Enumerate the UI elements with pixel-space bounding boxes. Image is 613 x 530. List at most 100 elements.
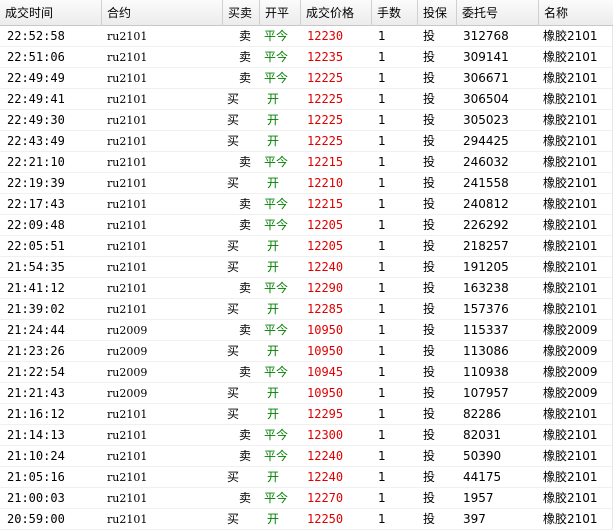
trade-time-cell: 21:24:44 xyxy=(7,323,65,337)
table-row[interactable]: 21:39:02 ru2101 买 开 12285 1 投 157376 橡胶2101 xyxy=(0,299,613,320)
table-row[interactable]: 22:49:41 ru2101 买 开 12225 1 投 306504 橡胶2101 xyxy=(0,89,613,110)
quantity-cell: 1 xyxy=(378,344,386,358)
table-row[interactable]: 22:09:48 ru2101 卖平今 12205 1 投 226292 橡胶2101 xyxy=(0,215,613,236)
side-cell: 买 xyxy=(227,113,240,127)
quantity-cell: 1 xyxy=(378,134,386,148)
quantity-cell: 1 xyxy=(378,113,386,127)
open-close-cell: 平今 xyxy=(264,50,289,64)
table-row[interactable]: 21:14:13 ru2101 卖平今 12300 1 投 82031 橡胶2101 xyxy=(0,425,613,446)
price-cell: 10950 xyxy=(307,386,344,400)
trade-time-cell: 22:09:48 xyxy=(7,218,65,232)
trade-time-cell: 21:22:54 xyxy=(7,365,65,379)
table-row[interactable]: 21:54:35 ru2101 买 开 12240 1 投 191205 橡胶2101 xyxy=(0,257,613,278)
side-cell: 买 xyxy=(227,386,240,400)
name-cell: 橡胶2101 xyxy=(543,218,598,232)
name-cell: 橡胶2101 xyxy=(543,239,598,253)
column-header-order-id[interactable]: 委托号 xyxy=(457,0,539,26)
order-id-cell: 306671 xyxy=(463,71,509,85)
open-close-cell: 开 xyxy=(267,134,280,148)
price-cell: 12225 xyxy=(307,113,344,127)
order-id-cell: 309141 xyxy=(463,50,509,64)
trade-records-table: 成交时间 合约 买卖 开平 成交价格 手数 投保 委托号 名称 22:52:58… xyxy=(0,0,613,530)
name-cell: 橡胶2101 xyxy=(543,29,598,43)
hedge-cell: 投 xyxy=(423,302,436,316)
order-id-cell: 306504 xyxy=(463,92,509,106)
table-row[interactable]: 21:24:44 ru2009 卖平今 10950 1 投 115337 橡胶2009 xyxy=(0,320,613,341)
side-cell: 买 xyxy=(227,407,240,421)
order-id-cell: 115337 xyxy=(463,323,509,337)
column-header-price[interactable]: 成交价格 xyxy=(301,0,372,26)
table-row[interactable]: 21:23:26 ru2009 买 开 10950 1 投 113086 橡胶2009 xyxy=(0,341,613,362)
column-header-quantity[interactable]: 手数 xyxy=(372,0,418,26)
order-id-cell: 241558 xyxy=(463,176,509,190)
name-cell: 橡胶2009 xyxy=(543,323,598,337)
open-close-cell: 开 xyxy=(267,407,280,421)
table-row[interactable]: 22:49:49 ru2101 卖平今 12225 1 投 306671 橡胶2101 xyxy=(0,68,613,89)
table-row[interactable]: 20:59:00 ru2101 买 开 12250 1 投 397 橡胶2101 xyxy=(0,509,613,530)
column-header-open-close[interactable]: 开平 xyxy=(260,0,301,26)
table-row[interactable]: 21:05:16 ru2101 买 开 12240 1 投 44175 橡胶2101 xyxy=(0,467,613,488)
contract-cell: ru2009 xyxy=(107,366,148,379)
table-row[interactable]: 21:10:24 ru2101 卖平今 12240 1 投 50390 橡胶2101 xyxy=(0,446,613,467)
contract-cell: ru2101 xyxy=(107,219,148,232)
hedge-cell: 投 xyxy=(423,239,436,253)
contract-cell: ru2101 xyxy=(107,513,148,526)
column-header-hedge[interactable]: 投保 xyxy=(418,0,457,26)
side-cell: 卖 xyxy=(239,281,252,295)
hedge-cell: 投 xyxy=(423,365,436,379)
column-header-contract[interactable]: 合约 xyxy=(102,0,223,26)
table-row[interactable]: 21:00:03 ru2101 卖平今 12270 1 投 1957 橡胶2101 xyxy=(0,488,613,509)
trade-time-cell: 21:14:13 xyxy=(7,428,65,442)
name-cell: 橡胶2101 xyxy=(543,491,598,505)
open-close-cell: 平今 xyxy=(264,218,289,232)
contract-cell: ru2101 xyxy=(107,156,148,169)
contract-cell: ru2101 xyxy=(107,429,148,442)
column-header-name[interactable]: 名称 xyxy=(539,0,613,26)
side-cell: 买 xyxy=(227,512,240,526)
table-row[interactable]: 22:51:06 ru2101 卖平今 12235 1 投 309141 橡胶2101 xyxy=(0,47,613,68)
table-row[interactable]: 22:49:30 ru2101 买 开 12225 1 投 305023 橡胶2101 xyxy=(0,110,613,131)
trade-time-cell: 22:49:49 xyxy=(7,71,65,85)
name-cell: 橡胶2101 xyxy=(543,512,598,526)
table-row[interactable]: 21:22:54 ru2009 卖平今 10945 1 投 110938 橡胶2009 xyxy=(0,362,613,383)
order-id-cell: 113086 xyxy=(463,344,509,358)
price-cell: 12295 xyxy=(307,407,344,421)
table-row[interactable]: 21:41:12 ru2101 卖平今 12290 1 投 163238 橡胶2101 xyxy=(0,278,613,299)
quantity-cell: 1 xyxy=(378,197,386,211)
table-row[interactable]: 21:16:12 ru2101 买 开 12295 1 投 82286 橡胶2101 xyxy=(0,404,613,425)
quantity-cell: 1 xyxy=(378,281,386,295)
quantity-cell: 1 xyxy=(378,449,386,463)
table-row[interactable]: 22:52:58 ru2101 卖平今 12230 1 投 312768 橡胶2101 xyxy=(0,26,613,47)
open-close-cell: 平今 xyxy=(264,29,289,43)
table-row[interactable]: 22:43:49 ru2101 买 开 12225 1 投 294425 橡胶2101 xyxy=(0,131,613,152)
table-row[interactable]: 22:21:10 ru2101 卖平今 12215 1 投 246032 橡胶2101 xyxy=(0,152,613,173)
table-row[interactable]: 22:17:43 ru2101 卖平今 12215 1 投 240812 橡胶2101 xyxy=(0,194,613,215)
contract-cell: ru2101 xyxy=(107,303,148,316)
order-id-cell: 312768 xyxy=(463,29,509,43)
table-row[interactable]: 22:19:39 ru2101 买 开 12210 1 投 241558 橡胶2101 xyxy=(0,173,613,194)
order-id-cell: 107957 xyxy=(463,386,509,400)
open-close-cell: 开 xyxy=(267,302,280,316)
hedge-cell: 投 xyxy=(423,449,436,463)
hedge-cell: 投 xyxy=(423,470,436,484)
trade-time-cell: 20:59:00 xyxy=(7,512,65,526)
side-cell: 卖 xyxy=(239,29,252,43)
order-id-cell: 397 xyxy=(463,512,486,526)
name-cell: 橡胶2101 xyxy=(543,176,598,190)
price-cell: 10950 xyxy=(307,323,344,337)
hedge-cell: 投 xyxy=(423,344,436,358)
column-header-side[interactable]: 买卖 xyxy=(223,0,260,26)
price-cell: 12205 xyxy=(307,218,344,232)
order-id-cell: 226292 xyxy=(463,218,509,232)
hedge-cell: 投 xyxy=(423,176,436,190)
table-row[interactable]: 22:05:51 ru2101 买 开 12205 1 投 218257 橡胶2101 xyxy=(0,236,613,257)
order-id-cell: 218257 xyxy=(463,239,509,253)
quantity-cell: 1 xyxy=(378,302,386,316)
table-row[interactable]: 21:21:43 ru2009 买 开 10950 1 投 107957 橡胶2009 xyxy=(0,383,613,404)
column-header-trade-time[interactable]: 成交时间 xyxy=(0,0,102,26)
side-cell: 卖 xyxy=(239,428,252,442)
price-cell: 10950 xyxy=(307,344,344,358)
trade-time-cell: 21:16:12 xyxy=(7,407,65,421)
contract-cell: ru2101 xyxy=(107,135,148,148)
open-close-cell: 平今 xyxy=(264,323,289,337)
